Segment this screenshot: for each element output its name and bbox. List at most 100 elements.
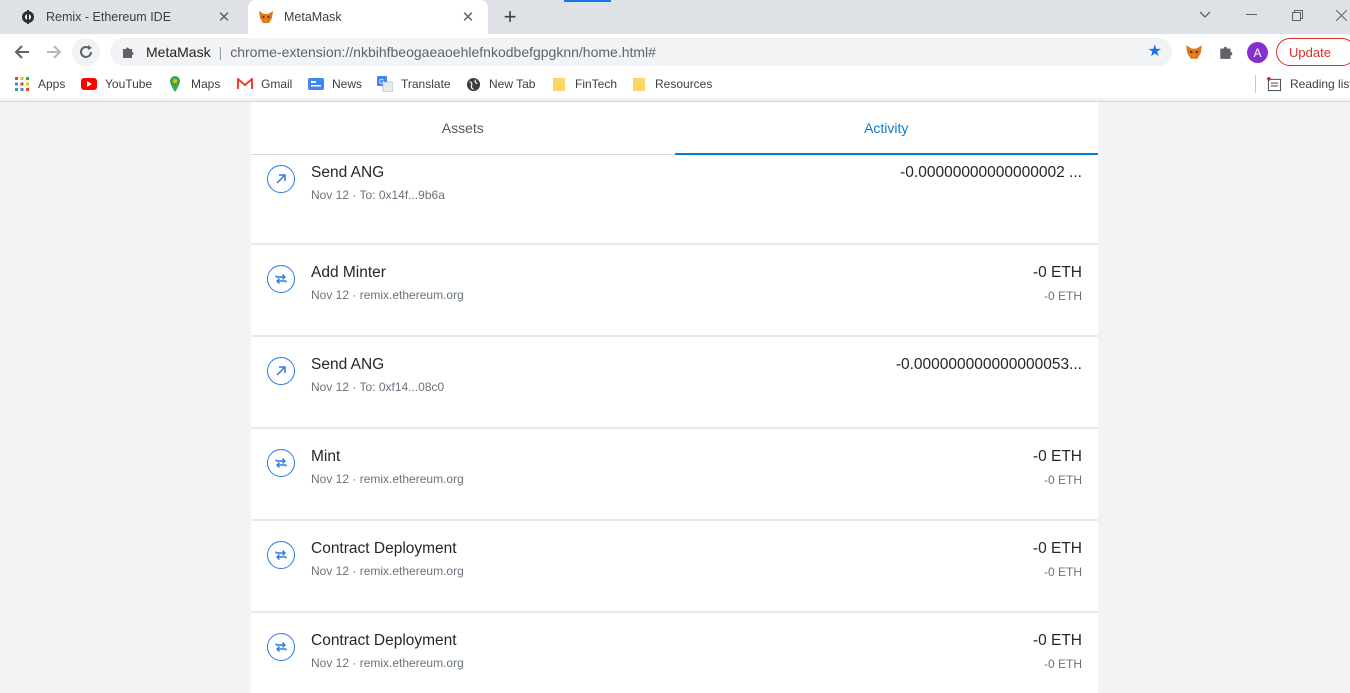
- transaction-amount: -0.000000000000000053...: [895, 356, 1082, 373]
- transaction-amount: -0 ETH: [1032, 264, 1082, 281]
- transaction-subtitle: Nov 12 · remix.ethereum.org: [311, 288, 464, 302]
- contract-interaction-icon: [267, 265, 295, 293]
- svg-text:G: G: [379, 79, 384, 86]
- transaction-detail: remix.ethereum.org: [359, 472, 464, 486]
- send-arrow-icon: [267, 165, 295, 193]
- news-icon: [308, 76, 324, 92]
- date-separator: ·: [349, 472, 360, 486]
- extensions-puzzle-icon[interactable]: [1215, 41, 1237, 63]
- transaction-subtitle: Nov 12 · remix.ethereum.org: [311, 564, 464, 578]
- folder-icon: [631, 76, 647, 92]
- transaction-fiat-amount: -0 ETH: [1043, 289, 1082, 303]
- transaction-detail: remix.ethereum.org: [359, 656, 464, 670]
- transaction-detail: To: 0xf14...08c0: [359, 380, 445, 394]
- bookmark-news[interactable]: News: [308, 76, 362, 92]
- new-tab-icon[interactable]: +: [498, 4, 522, 29]
- transaction-date: Nov 12: [311, 564, 350, 578]
- restore-icon[interactable]: [1274, 0, 1320, 30]
- bookmark-gmail[interactable]: Gmail: [237, 76, 292, 92]
- metamask-page: Assets Activity Send ANG Nov 12 · To: 0x1…: [0, 102, 1350, 693]
- reload-icon[interactable]: [72, 38, 100, 66]
- bookmark-label: Translate: [401, 77, 451, 91]
- browser-tab-strip: Remix - Ethereum IDE ✕ MetaMask ✕ +: [0, 0, 1350, 34]
- bookmark-label: YouTube: [105, 77, 153, 91]
- metamask-main-panel: Assets Activity Send ANG Nov 12 · To: 0x1…: [251, 102, 1098, 693]
- metamask-fox-icon: [258, 9, 274, 25]
- bookmark-label: Gmail: [261, 77, 293, 91]
- transaction-title: Contract Deployment: [311, 540, 457, 557]
- address-url: chrome-extension://nkbihfbeogaeaoehlefnk…: [230, 44, 656, 60]
- update-button[interactable]: Update ⋮: [1276, 38, 1350, 66]
- transaction-date: Nov 12: [311, 380, 350, 394]
- tab-assets[interactable]: Assets: [251, 102, 675, 154]
- bookmark-star-icon[interactable]: ★: [1148, 43, 1162, 61]
- transaction-amount: -0 ETH: [1032, 448, 1082, 465]
- back-arrow-icon[interactable]: [8, 38, 36, 66]
- tab-search-chevron-icon[interactable]: [1182, 0, 1228, 30]
- transaction-amount: -0 ETH: [1032, 540, 1082, 557]
- transaction-row[interactable]: Mint Nov 12 · remix.ethereum.org -0 ETH -0 …: [251, 431, 1098, 521]
- date-separator: ·: [349, 656, 360, 670]
- contract-interaction-icon: [267, 449, 295, 477]
- transaction-subtitle: Nov 12 · To: 0xf14...08c0: [311, 380, 444, 394]
- bookmark-label: FinTech: [575, 77, 618, 91]
- maps-pin-icon: [167, 76, 183, 92]
- transaction-row[interactable]: Send ANG Nov 12 · To: 0x14f...9b6a -0.0000…: [251, 155, 1098, 245]
- contract-interaction-icon: [267, 541, 295, 569]
- forward-arrow-icon[interactable]: [40, 38, 68, 66]
- transaction-title: Send ANG: [311, 164, 385, 181]
- tab-title: Remix - Ethereum IDE: [46, 10, 172, 24]
- transaction-date: Nov 12: [311, 472, 350, 486]
- reading-list-label: Reading list: [1290, 77, 1350, 91]
- bookmark-new-tab[interactable]: New Tab: [465, 76, 535, 92]
- transaction-detail: remix.ethereum.org: [359, 564, 464, 578]
- transaction-row[interactable]: Send ANG Nov 12 · To: 0xf14...08c0 -0.0000…: [251, 339, 1098, 429]
- close-tab-icon[interactable]: ✕: [460, 9, 476, 26]
- transaction-title: Send ANG: [311, 356, 385, 373]
- more-menu-icon[interactable]: ⋮: [1345, 44, 1350, 60]
- bookmark-label: News: [332, 77, 363, 91]
- bookmark-label: Resources: [655, 77, 713, 91]
- transaction-subtitle: Nov 12 · To: 0x14f...9b6a: [311, 188, 445, 202]
- bookmark-fintech-folder[interactable]: FinTech: [551, 76, 617, 92]
- transaction-row[interactable]: Contract Deployment Nov 12 · remix.ethere…: [251, 523, 1098, 613]
- close-tab-icon[interactable]: ✕: [216, 9, 232, 26]
- minimize-icon[interactable]: [1228, 0, 1274, 30]
- date-separator: ·: [349, 380, 360, 394]
- browser-tab-remix[interactable]: Remix - Ethereum IDE ✕: [8, 0, 244, 34]
- loading-indicator: [564, 0, 611, 2]
- tab-activity[interactable]: Activity: [674, 102, 1099, 155]
- extension-puzzle-icon: [120, 44, 136, 60]
- bookmarks-bar: Apps YouTube Maps Gmail News G Translate: [0, 70, 1350, 98]
- transaction-row[interactable]: Add Minter Nov 12 · remix.ethereum.org -0 …: [251, 247, 1098, 337]
- metamask-tabs: Assets Activity: [251, 102, 1098, 155]
- transaction-detail: To: 0x14f...9b6a: [359, 188, 445, 202]
- bookmark-maps[interactable]: Maps: [167, 76, 220, 92]
- transaction-detail: remix.ethereum.org: [359, 288, 464, 302]
- youtube-icon: [81, 76, 97, 92]
- address-bar[interactable]: MetaMask | chrome-extension://nkbihfbeog…: [110, 38, 1172, 66]
- bookmark-youtube[interactable]: YouTube: [81, 76, 152, 92]
- transaction-amount: -0 ETH: [1032, 632, 1082, 649]
- transaction-subtitle: Nov 12 · remix.ethereum.org: [311, 472, 464, 486]
- date-separator: ·: [349, 564, 360, 578]
- bookmark-translate[interactable]: G Translate: [377, 76, 451, 92]
- bookmark-apps[interactable]: Apps: [14, 76, 65, 92]
- transaction-fiat-amount: -0 ETH: [1043, 565, 1082, 579]
- tab-title: MetaMask: [284, 10, 342, 24]
- close-window-icon[interactable]: [1318, 0, 1350, 30]
- browser-toolbar: MetaMask | chrome-extension://nkbihfbeog…: [0, 34, 1350, 70]
- profile-avatar[interactable]: A: [1247, 42, 1268, 63]
- transaction-row[interactable]: Contract Deployment Nov 12 · remix.ethere…: [251, 615, 1098, 693]
- transaction-title: Contract Deployment: [311, 632, 457, 649]
- reading-list-button[interactable]: Reading list: [1266, 76, 1350, 92]
- bookmark-resources-folder[interactable]: Resources: [631, 76, 712, 92]
- address-site-name: MetaMask: [146, 44, 211, 60]
- transaction-date: Nov 12: [311, 188, 350, 202]
- transaction-fiat-amount: -0 ETH: [1043, 473, 1082, 487]
- metamask-extension-icon[interactable]: [1183, 41, 1205, 63]
- browser-tab-metamask[interactable]: MetaMask ✕: [248, 0, 488, 34]
- bookmark-label: Apps: [38, 77, 66, 91]
- date-separator: ·: [349, 288, 360, 302]
- translate-icon: G: [377, 76, 393, 92]
